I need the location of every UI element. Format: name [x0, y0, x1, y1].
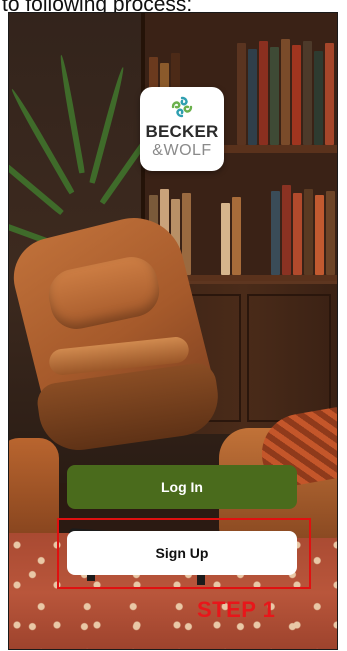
logo-brand-subname: &WOLF — [152, 142, 212, 159]
page: to following process: BECKER &WOLF Log I… — [0, 0, 347, 651]
step-highlight-box — [57, 518, 311, 589]
becker-wolf-swirl-icon — [171, 96, 193, 118]
phone-screen: BECKER &WOLF Log In Sign Up STEP 1 — [8, 12, 338, 650]
app-logo: BECKER &WOLF — [140, 87, 224, 171]
step-label: STEP 1 — [197, 597, 276, 622]
logo-brand-name: BECKER — [145, 122, 219, 141]
login-button[interactable]: Log In — [67, 465, 297, 509]
